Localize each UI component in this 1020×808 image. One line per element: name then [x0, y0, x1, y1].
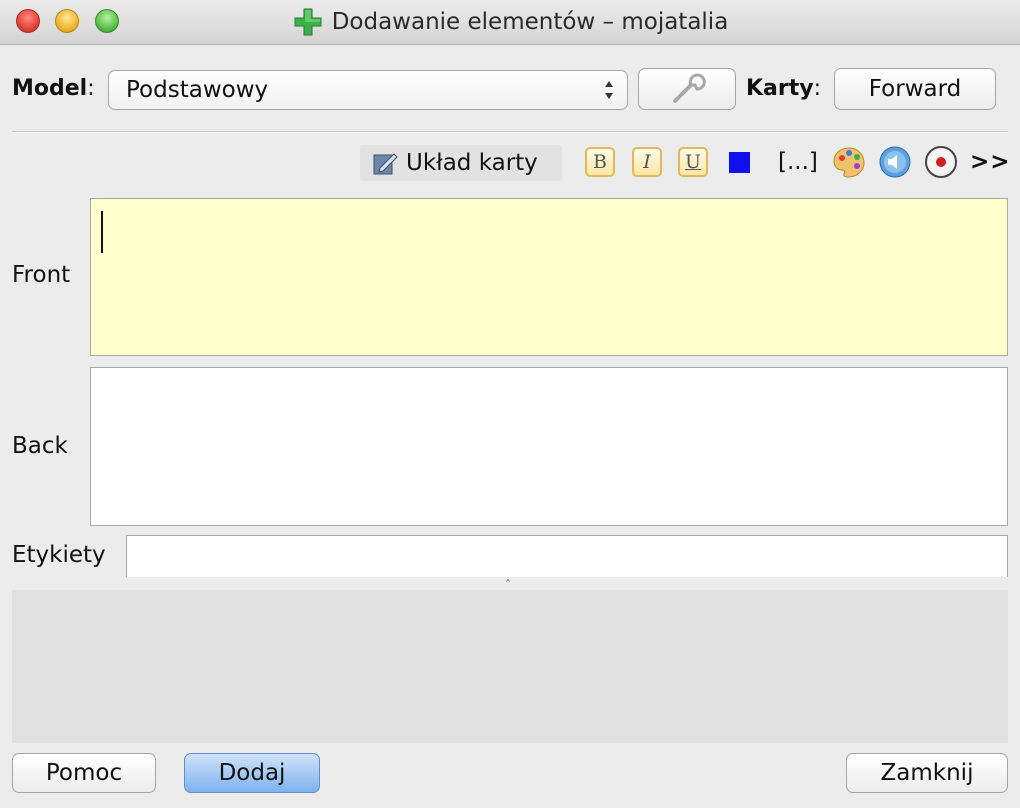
cloze-button[interactable]: [...] — [778, 147, 818, 177]
card-layout-label: Układ karty — [406, 150, 538, 176]
italic-button[interactable]: I — [632, 147, 662, 177]
edit-layout-icon — [373, 153, 398, 175]
text-color-button[interactable] — [729, 152, 750, 173]
back-field[interactable] — [90, 367, 1008, 526]
close-button[interactable]: Zamknij — [846, 753, 1008, 793]
model-label: Model: — [12, 76, 95, 101]
cards-button[interactable]: Forward — [834, 68, 996, 110]
select-arrows-icon — [605, 81, 613, 99]
add-plus-icon — [294, 8, 322, 36]
window-title: Dodawanie elementów – mojatalia — [331, 9, 729, 35]
back-label: Back — [12, 433, 68, 459]
underline-button[interactable]: U — [678, 147, 708, 177]
card-layout-button[interactable]: Układ karty — [360, 145, 562, 181]
model-select-value: Podstawowy — [126, 77, 269, 103]
front-field[interactable] — [90, 198, 1008, 356]
more-button[interactable]: >> — [970, 147, 1011, 177]
text-caret — [101, 211, 103, 253]
tags-input[interactable] — [126, 535, 1008, 577]
bold-button[interactable]: B — [585, 147, 615, 177]
wrench-icon — [673, 73, 706, 103]
separator — [12, 131, 1008, 133]
front-label: Front — [12, 262, 71, 288]
record-icon[interactable] — [924, 145, 958, 179]
title-bar: Dodawanie elementów – mojatalia — [0, 0, 1020, 45]
tags-label: Etykiety — [12, 542, 106, 568]
palette-icon[interactable] — [832, 145, 866, 179]
model-select[interactable]: Podstawowy — [108, 70, 628, 110]
cards-label: Karty: — [746, 76, 822, 101]
speaker-icon[interactable] — [878, 145, 912, 179]
history-panel — [12, 590, 1008, 743]
help-button[interactable]: Pomoc — [12, 753, 156, 793]
model-options-button[interactable] — [638, 68, 736, 110]
add-button[interactable]: Dodaj — [184, 753, 320, 793]
